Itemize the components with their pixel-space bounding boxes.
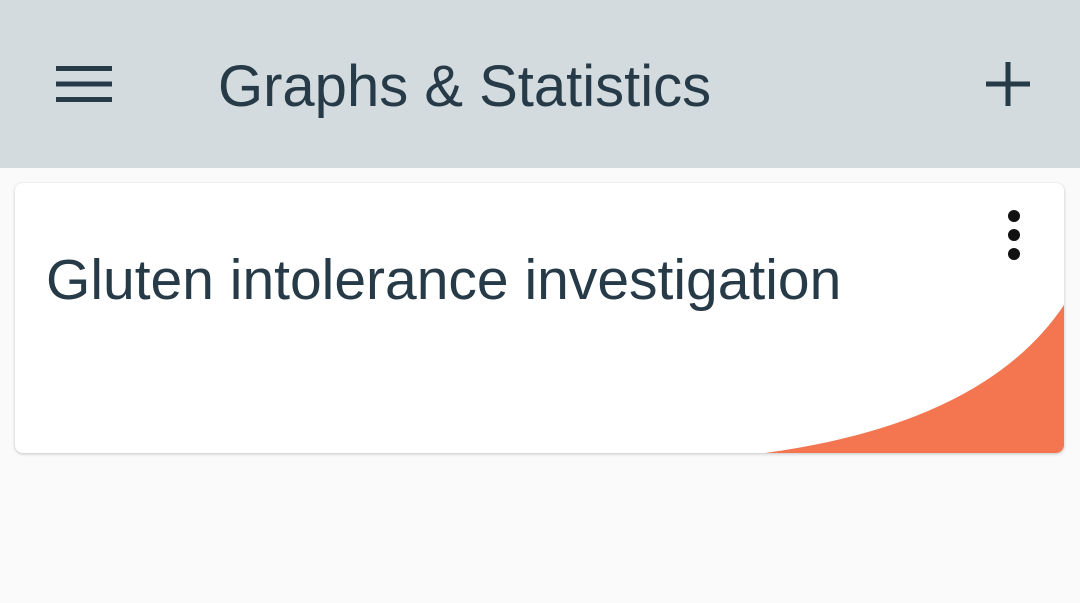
card-overflow-menu-button[interactable]	[990, 203, 1038, 267]
card-accent-shape	[765, 305, 1064, 453]
hamburger-menu-icon	[56, 66, 112, 102]
app-bar: Graphs & Statistics	[0, 0, 1080, 168]
navigation-menu-button[interactable]	[40, 44, 128, 124]
page-title: Graphs & Statistics	[218, 54, 712, 119]
card-title: Gluten intolerance investigation	[46, 248, 842, 312]
more-vertical-icon	[1008, 210, 1020, 260]
plus-icon	[986, 62, 1030, 106]
add-graph-button[interactable]	[968, 44, 1048, 124]
graph-card[interactable]: Gluten intolerance investigation	[15, 183, 1064, 453]
